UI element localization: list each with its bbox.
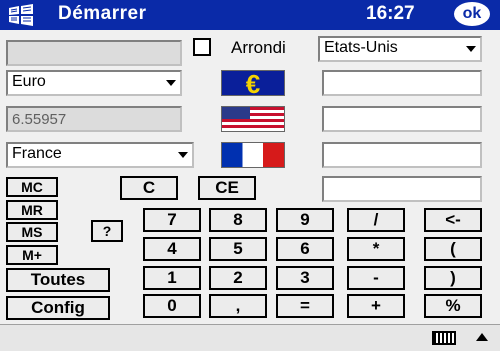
clear-entry-button[interactable]: CE <box>198 176 256 200</box>
clock[interactable]: 16:27 <box>366 3 415 25</box>
country-select[interactable]: France <box>6 142 194 168</box>
toutes-button[interactable]: Toutes <box>6 268 110 292</box>
key-1[interactable]: 1 <box>143 266 201 290</box>
ms-button[interactable]: MS <box>6 222 58 242</box>
up-arrow-icon[interactable] <box>476 333 488 341</box>
key-plus[interactable]: + <box>347 294 405 318</box>
key-3[interactable]: 3 <box>276 266 334 290</box>
extra-result-field[interactable] <box>322 176 482 202</box>
france-result-field[interactable] <box>322 142 482 168</box>
key-minus[interactable]: - <box>347 266 405 290</box>
key-backspace[interactable]: <- <box>424 208 482 232</box>
chevron-down-icon <box>166 80 176 86</box>
config-button[interactable]: Config <box>6 296 110 320</box>
key-open-paren[interactable]: ( <box>424 237 482 261</box>
france-flag-icon[interactable] <box>221 142 285 168</box>
key-4[interactable]: 4 <box>143 237 201 261</box>
source-currency-select[interactable]: Euro <box>6 70 182 96</box>
key-5[interactable]: 5 <box>209 237 267 261</box>
amount-field[interactable] <box>6 40 182 66</box>
us-flag-canton <box>222 107 250 119</box>
key-9[interactable]: 9 <box>276 208 334 232</box>
us-result-field[interactable] <box>322 106 482 132</box>
status-bar <box>0 324 500 351</box>
mr-button[interactable]: MR <box>6 200 58 220</box>
key-percent[interactable]: % <box>424 294 482 318</box>
key-2[interactable]: 2 <box>209 266 267 290</box>
key-comma[interactable]: , <box>209 294 267 318</box>
key-7[interactable]: 7 <box>143 208 201 232</box>
help-button[interactable]: ? <box>91 220 123 242</box>
key-close-paren[interactable]: ) <box>424 266 482 290</box>
windows-flag-icon[interactable] <box>6 4 36 26</box>
window-title[interactable]: Démarrer <box>58 3 147 25</box>
key-divide[interactable]: / <box>347 208 405 232</box>
title-bar: Démarrer 16:27 ok <box>0 0 500 30</box>
arrondi-label: Arrondi <box>231 38 286 57</box>
key-multiply[interactable]: * <box>347 237 405 261</box>
key-8[interactable]: 8 <box>209 208 267 232</box>
mc-button[interactable]: MC <box>6 177 58 197</box>
key-0[interactable]: 0 <box>143 294 201 318</box>
clear-button[interactable]: C <box>120 176 178 200</box>
key-6[interactable]: 6 <box>276 237 334 261</box>
key-equals[interactable]: = <box>276 294 334 318</box>
arrondi-checkbox[interactable] <box>193 38 211 56</box>
target-currency-select[interactable]: Etats-Unis <box>318 36 482 62</box>
chevron-down-icon <box>466 46 476 52</box>
source-currency-value: Euro <box>12 73 46 90</box>
euro-symbol: € <box>245 70 261 96</box>
us-flag-icon[interactable] <box>221 106 285 132</box>
euro-result-field[interactable] <box>322 70 482 96</box>
chevron-down-icon <box>178 152 188 158</box>
mplus-button[interactable]: M+ <box>6 245 58 265</box>
country-value: France <box>12 145 62 162</box>
ok-button[interactable]: ok <box>454 2 490 26</box>
keyboard-icon[interactable] <box>432 331 456 345</box>
rate-field[interactable]: 6.55957 <box>6 106 182 132</box>
target-currency-value: Etats-Unis <box>324 39 398 56</box>
euro-flag-icon[interactable]: € <box>221 70 285 96</box>
